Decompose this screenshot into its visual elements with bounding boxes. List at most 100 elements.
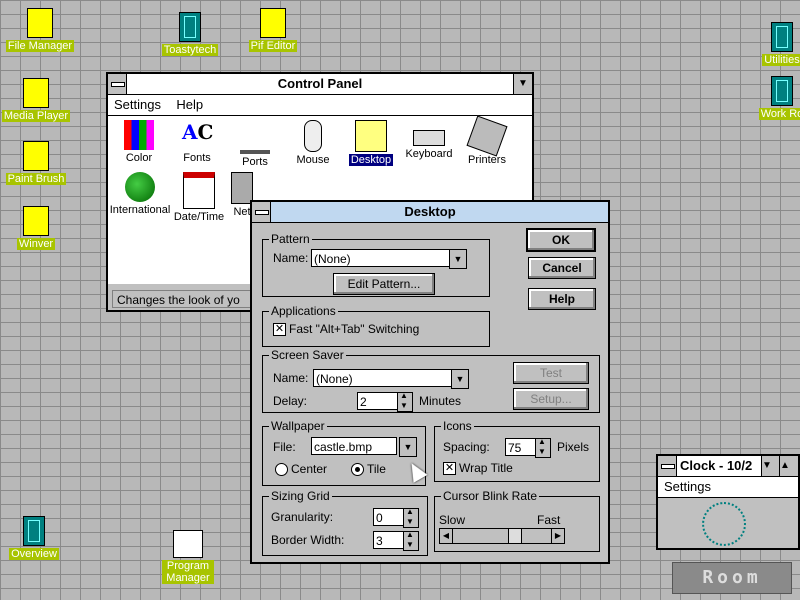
keyboard-icon [413, 130, 445, 146]
program-group-icon [179, 12, 201, 42]
center-label: Center [291, 462, 328, 476]
color-icon [124, 120, 154, 150]
control-panel-titlebar[interactable]: Control Panel ▼ [108, 74, 532, 95]
slider-left-arrow-icon[interactable]: ◀ [440, 529, 453, 543]
clock-menu-settings[interactable]: Settings [658, 477, 717, 496]
cp-printers[interactable]: Printers [456, 115, 518, 166]
center-radio[interactable] [275, 463, 288, 476]
spacing-spinner[interactable] [535, 437, 551, 458]
edit-pattern-button[interactable]: Edit Pattern... [333, 273, 435, 295]
desktop-icon-overview[interactable]: Overview [0, 516, 74, 560]
system-menu-icon[interactable] [108, 74, 127, 94]
wallpaper-group-title: Wallpaper [269, 419, 327, 433]
tile-radio[interactable] [351, 463, 364, 476]
fonts-icon: AC [182, 120, 214, 144]
desktop-icon-utilities[interactable]: Utilities [742, 22, 800, 66]
cp-icon-label: Net [233, 206, 251, 218]
blink-rate-slider[interactable]: ◀ ▶ [439, 528, 565, 544]
setup-button[interactable]: Setup... [513, 388, 589, 410]
pattern-name-dropdown[interactable]: (None) ▼ [311, 249, 467, 269]
wallpaper-dropdown-button[interactable]: ▼ [399, 437, 417, 457]
cp-icon-label: Mouse [296, 154, 330, 166]
clock-titlebar[interactable]: Clock - 10/2 ▼ ▲ [658, 456, 798, 477]
clock-face [658, 498, 798, 548]
desktop-icon-toastytech[interactable]: Toastytech [150, 12, 230, 56]
wallpaper-file-value: castle.bmp [314, 440, 373, 454]
dropdown-arrow-icon[interactable]: ▼ [399, 437, 417, 457]
system-menu-icon[interactable] [658, 456, 677, 476]
applications-group-title: Applications [269, 304, 338, 318]
ok-button[interactable]: OK [526, 228, 596, 252]
cancel-button[interactable]: Cancel [528, 257, 596, 279]
cursor-blink-group: Cursor Blink Rate Slow Fast ◀ ▶ [434, 489, 600, 552]
desktop-icon-pif-editor[interactable]: Pif Editor [233, 8, 313, 52]
spacing-input[interactable]: 75 [505, 438, 537, 456]
folder-icon [23, 206, 49, 236]
folder-icon [23, 78, 49, 108]
screen-saver-dropdown[interactable]: (None) ▼ [313, 369, 469, 389]
cp-desktop[interactable]: Desktop [340, 120, 402, 166]
granularity-spinner[interactable] [403, 507, 419, 528]
fast-switching-label: Fast "Alt+Tab" Switching [289, 322, 420, 336]
desktop-icon-label: Paint Brush [5, 173, 67, 185]
cp-fonts[interactable]: AC Fonts [166, 120, 228, 164]
test-button[interactable]: Test [513, 362, 589, 384]
clock-dial-icon [702, 502, 746, 546]
desktop-icon-label: Utilities [762, 54, 800, 66]
clock-title: Clock - 10/2 [680, 458, 753, 473]
menu-settings[interactable]: Settings [108, 95, 167, 114]
desktop-icon-work-ro[interactable]: Work Ro [742, 76, 800, 120]
globe-icon [125, 172, 155, 202]
wrap-title-label: Wrap Title [459, 461, 513, 475]
room-banner: Room [672, 562, 792, 594]
desktop-icon-label: Overview [9, 548, 59, 560]
desktop-icon-winver[interactable]: Winver [0, 206, 76, 250]
cp-color[interactable]: Color [108, 120, 170, 164]
desktop-icon-label: Work Ro [758, 108, 800, 120]
slider-thumb[interactable] [508, 529, 522, 543]
desktop-icon-program-manager[interactable]: Program Manager [148, 530, 228, 584]
delay-spinner[interactable] [397, 391, 413, 412]
dropdown-arrow-icon[interactable]: ▼ [451, 369, 469, 389]
cp-keyboard[interactable]: Keyboard [398, 120, 460, 160]
system-menu-icon[interactable] [252, 202, 271, 222]
desktop-icon-label: Program Manager [162, 560, 214, 584]
delay-label: Delay: [273, 394, 308, 408]
cp-date-time[interactable]: Date/Time [168, 172, 230, 223]
desktop-icon-media-player[interactable]: Media Player [0, 78, 76, 122]
help-button[interactable]: Help [528, 288, 596, 310]
desktop-icon-paint-brush[interactable]: Paint Brush [0, 141, 76, 185]
wrap-title-checkbox[interactable]: ✕ [443, 462, 456, 475]
pattern-group: Pattern Name: (None) ▼ Edit Pattern... [262, 232, 490, 297]
screen-saver-group-title: Screen Saver [269, 348, 346, 362]
cp-international[interactable]: International [108, 172, 172, 216]
desktop-icon-label: Winver [16, 238, 56, 250]
desktop-icon-file-manager[interactable]: File Manager [0, 8, 80, 52]
plug-icon [240, 120, 270, 154]
wallpaper-file-input[interactable]: castle.bmp [311, 437, 397, 455]
spacing-unit-label: Pixels [557, 440, 590, 454]
border-width-spinner[interactable] [403, 530, 419, 551]
dropdown-arrow-icon[interactable]: ▼ [449, 249, 467, 269]
granularity-input[interactable]: 0 [373, 508, 405, 526]
delay-input[interactable]: 2 [357, 392, 399, 410]
control-panel-statusbar: Changes the look of yo [112, 290, 256, 308]
icons-group-title: Icons [441, 419, 474, 433]
cp-mouse[interactable]: Mouse [282, 120, 344, 166]
maximize-icon[interactable]: ▲ [779, 456, 798, 476]
slider-right-arrow-icon[interactable]: ▶ [551, 529, 564, 543]
fast-switching-checkbox[interactable]: ✕ [273, 323, 286, 336]
minimize-icon[interactable]: ▼ [761, 456, 780, 476]
pattern-name-label: Name: [273, 251, 309, 265]
minimize-icon[interactable]: ▼ [513, 74, 532, 94]
program-manager-icon [173, 530, 203, 558]
cp-ports[interactable]: Ports [224, 120, 286, 168]
cp-icon-label: Color [125, 152, 153, 164]
border-width-input[interactable]: 3 [373, 531, 405, 549]
menu-help[interactable]: Help [170, 95, 209, 114]
cp-icon-label: International [109, 204, 171, 216]
desktop-icon [355, 120, 387, 152]
printer-icon [466, 115, 508, 157]
desktop-dialog-titlebar[interactable]: Desktop [252, 202, 608, 223]
applications-group: Applications ✕ Fast "Alt+Tab" Switching [262, 304, 490, 347]
